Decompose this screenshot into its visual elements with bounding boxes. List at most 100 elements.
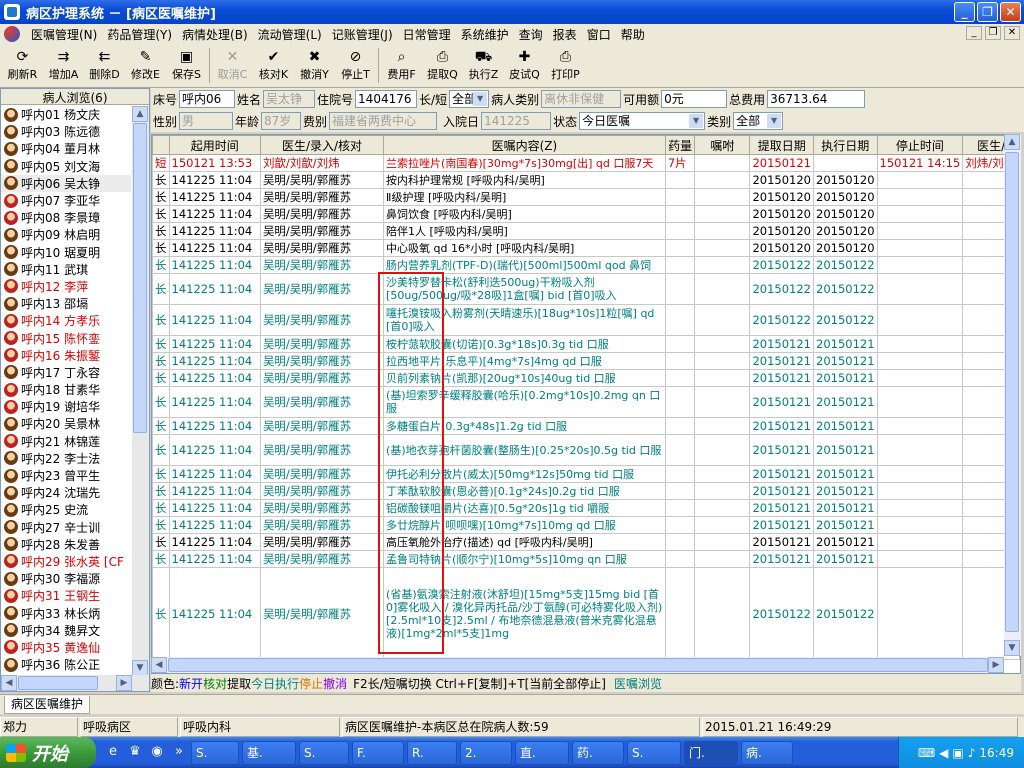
taskbar-item[interactable]: S. xyxy=(627,740,681,765)
tab-order-maintenance[interactable]: 病区医嘱维护 xyxy=(4,696,91,714)
toolbar-button-check[interactable]: ✔ 核对K xyxy=(253,44,294,86)
patient-list-item[interactable]: 呼内11 武琪 xyxy=(1,261,131,278)
scroll-right-icon[interactable]: ▶ xyxy=(116,675,132,691)
patient-list-item[interactable]: 呼内23 曾平生 xyxy=(1,467,131,484)
patient-list-item[interactable]: 呼内15 陈怀銮 xyxy=(1,329,131,346)
table-row[interactable]: 长 141225 11:04 吴明/吴明/郭雁苏 桉柠蒎软胶囊(切诺)[0.3g*18… xyxy=(152,335,1020,353)
scroll-down-icon[interactable]: ▼ xyxy=(1004,640,1020,656)
column-header[interactable]: 医生/录入/核对 xyxy=(259,135,385,155)
patient-list-item[interactable]: 呼内12 李萍 xyxy=(1,278,131,295)
scroll-thumb[interactable] xyxy=(133,123,147,433)
start-button[interactable]: 开始 xyxy=(0,737,96,768)
patient-list-item[interactable]: 呼内10 琚夏明 xyxy=(1,244,131,261)
toolbar-button-fee[interactable]: ⌕ 费用F xyxy=(381,44,422,86)
column-header[interactable]: 执行日期 xyxy=(813,135,878,155)
scroll-thumb[interactable] xyxy=(18,676,98,690)
type-select[interactable]: 全部 xyxy=(449,90,490,108)
table-row[interactable]: 长 141225 11:04 吴明/吴明/郭雁苏 孟鲁司特钠片(顺尔宁)[10mg*5… xyxy=(152,550,1020,568)
patient-list-item[interactable]: 呼内09 林启明 xyxy=(1,226,131,243)
table-row[interactable]: 长 141225 11:04 吴明/吴明/郭雁苏 贝前列素钠片(凯那)[20ug*10… xyxy=(152,369,1020,387)
menu-item-1[interactable]: 药品管理(Y) xyxy=(102,26,177,43)
patient-list-item[interactable]: 呼内16 朱振錾 xyxy=(1,347,131,364)
scroll-right-icon[interactable]: ▶ xyxy=(988,657,1004,673)
column-header[interactable]: 医嘱内容(Z) xyxy=(383,135,666,155)
patient-list-item[interactable]: 呼内13 邵塥 xyxy=(1,295,131,312)
patient-list-item[interactable]: 呼内22 李士法 xyxy=(1,450,131,467)
column-header[interactable]: 停止时间 xyxy=(876,135,964,155)
table-row[interactable]: 长 141225 11:04 吴明/吴明/郭雁苏 (省基)氨溴索注射液(沐舒坦)[15… xyxy=(152,567,1020,660)
bed-field[interactable]: 呼内06 xyxy=(179,90,236,108)
mdi-close-button[interactable]: ✕ xyxy=(1004,26,1020,40)
table-row[interactable]: 长 141225 11:04 吴明/吴明/郭雁苏 噻托溴铵吸入粉雾剂(天晴速乐)[18… xyxy=(152,304,1020,336)
table-row[interactable]: 长 141225 11:04 吴明/吴明/郭雁苏 铝碳酸镁咀嚼片(达喜)[0.5g*2… xyxy=(152,499,1020,517)
menu-item-7[interactable]: 查询 xyxy=(514,26,548,43)
patient-list-item[interactable]: 呼内08 李景璋 xyxy=(1,209,131,226)
patient-list-item[interactable]: 呼内01 杨文庆 xyxy=(1,106,131,123)
minimize-button[interactable]: _ xyxy=(954,2,975,22)
table-row[interactable]: 长 141225 11:04 吴明/吴明/郭雁苏 鼻饲饮食 [呼吸内科/吴明] 2015… xyxy=(152,205,1020,223)
table-row[interactable]: 长 141225 11:04 吴明/吴明/郭雁苏 按内科护理常规 [呼吸内科/吴明] 2… xyxy=(152,171,1020,189)
status-select[interactable]: 今日医嘱 xyxy=(579,112,706,130)
toolbar-button-refresh[interactable]: ⟳ 刷新R xyxy=(2,44,43,86)
table-row[interactable]: 长 141225 11:04 吴明/吴明/郭雁苏 多糖蛋白片[0.3g*48s]1.2… xyxy=(152,417,1020,435)
taskbar-item[interactable]: 基. xyxy=(242,740,296,765)
table-row[interactable]: 长 141225 11:04 吴明/吴明/郭雁苏 肠内营养乳剂(TPF-D)(瑞代)[… xyxy=(152,256,1020,274)
scroll-up-icon[interactable]: ▲ xyxy=(1004,134,1020,150)
scroll-up-icon[interactable]: ▲ xyxy=(132,106,148,122)
menu-item-4[interactable]: 记账管理(J) xyxy=(327,26,398,43)
patient-list-item[interactable]: 呼内27 辛士训 xyxy=(1,519,131,536)
restore-button[interactable]: ❐ xyxy=(977,2,998,22)
tray-keyboard-icon[interactable]: ⌨ xyxy=(918,746,935,760)
column-header[interactable] xyxy=(152,135,170,155)
menu-item-9[interactable]: 窗口 xyxy=(582,26,616,43)
menu-item-6[interactable]: 系统维护 xyxy=(456,26,514,43)
patient-list-item[interactable]: 呼内21 林锦莲 xyxy=(1,433,131,450)
order-browse-link[interactable]: 医嘱浏览 xyxy=(614,675,662,692)
table-row[interactable]: 长 141225 11:04 吴明/吴明/郭雁苏 多廿烷醇片(呗呗嘿)[10mg*7s… xyxy=(152,516,1020,534)
patient-list-item[interactable]: 呼内17 丁永容 xyxy=(1,364,131,381)
patient-list-item[interactable]: 呼内06 吴太铮 xyxy=(1,174,131,192)
app-shortcut-icon[interactable]: ♛ xyxy=(126,744,144,762)
scroll-left-icon[interactable]: ◀ xyxy=(1,675,17,691)
table-row[interactable]: 长 141225 11:04 吴明/吴明/郭雁苏 伊托必利分散片(威太)[50mg*1… xyxy=(152,465,1020,483)
patient-list-item[interactable]: 呼内24 沈瑞先 xyxy=(1,484,131,501)
expand-chevron-icon[interactable]: » xyxy=(170,744,188,762)
table-row[interactable]: 长 141225 11:04 吴明/吴明/郭雁苏 拉西地平片(乐息平)[4mg*7s]… xyxy=(152,352,1020,370)
menu-item-10[interactable]: 帮助 xyxy=(616,26,650,43)
toolbar-button-edit[interactable]: ✎ 修改E xyxy=(125,44,166,86)
table-row[interactable]: 长 141225 11:04 吴明/吴明/郭雁苏 (基)地衣芽孢杆菌胶囊(整肠生)[0… xyxy=(152,434,1020,466)
taskbar-item[interactable]: S. xyxy=(191,740,239,765)
scroll-down-icon[interactable]: ▼ xyxy=(132,660,148,676)
table-row[interactable]: 长 141225 11:04 吴明/吴明/郭雁苏 陪伴1人 [呼吸内科/吴明] 2015… xyxy=(152,222,1020,240)
patient-list-item[interactable]: 呼内19 谢培华 xyxy=(1,398,131,415)
patient-list-hscroll[interactable]: ◀ ▶ xyxy=(1,675,149,691)
scroll-thumb[interactable] xyxy=(1005,152,1019,632)
tray-network-icon[interactable]: ▣ xyxy=(952,746,963,760)
patient-list-item[interactable]: 呼内18 甘素华 xyxy=(1,381,131,398)
inpatient-field[interactable]: 1404176 xyxy=(355,90,418,108)
patient-list-item[interactable]: 呼内03 陈远德 xyxy=(1,123,131,140)
taskbar-item[interactable]: 病. xyxy=(741,740,793,765)
column-header[interactable]: 提取日期 xyxy=(749,135,814,155)
mdi-minimize-button[interactable]: _ xyxy=(966,26,982,40)
mdi-restore-button[interactable]: ❐ xyxy=(985,26,1001,40)
table-row[interactable]: 长 141225 11:04 吴明/吴明/郭雁苏 高压氧舱外治疗(描述) qd [呼吸… xyxy=(152,533,1020,551)
close-button[interactable]: ✕ xyxy=(1000,2,1021,22)
toolbar-button-execute[interactable]: ⛟ 执行Z xyxy=(463,44,504,86)
table-row[interactable]: 长 141225 11:04 吴明/吴明/郭雁苏 (基)坦索罗辛缓释胶囊(哈乐)[0.… xyxy=(152,386,1020,418)
menu-item-3[interactable]: 流动管理(L) xyxy=(253,26,327,43)
table-row[interactable]: 长 141225 11:04 吴明/吴明/郭雁苏 沙美特罗替卡松(舒利迭500ug)干… xyxy=(152,273,1020,305)
menu-item-0[interactable]: 医嘱管理(N) xyxy=(26,26,102,43)
toolbar-button-add[interactable]: ⇉ 增加A xyxy=(43,44,84,86)
taskbar-item[interactable]: 药. xyxy=(572,740,624,765)
class-select[interactable]: 全部 xyxy=(733,112,784,130)
patient-list-item[interactable]: 呼内33 林长炳 xyxy=(1,604,131,621)
patient-list-item[interactable]: 呼内31 王钢生 xyxy=(1,587,131,604)
column-header[interactable]: 药量 xyxy=(664,135,696,155)
taskbar-item[interactable]: R. xyxy=(407,740,457,765)
patient-list-item[interactable]: 呼内29 张水英 [CF xyxy=(1,553,131,570)
patient-list-item[interactable]: 呼内35 黄逸仙 xyxy=(1,639,131,656)
toolbar-button-print[interactable]: ⎙ 打印P xyxy=(545,44,586,86)
table-row[interactable]: 长 141225 11:04 吴明/吴明/郭雁苏 Ⅱ级护理 [呼吸内科/吴明] 2015… xyxy=(152,188,1020,206)
patient-list-item[interactable]: 呼内20 吴景林 xyxy=(1,415,131,432)
